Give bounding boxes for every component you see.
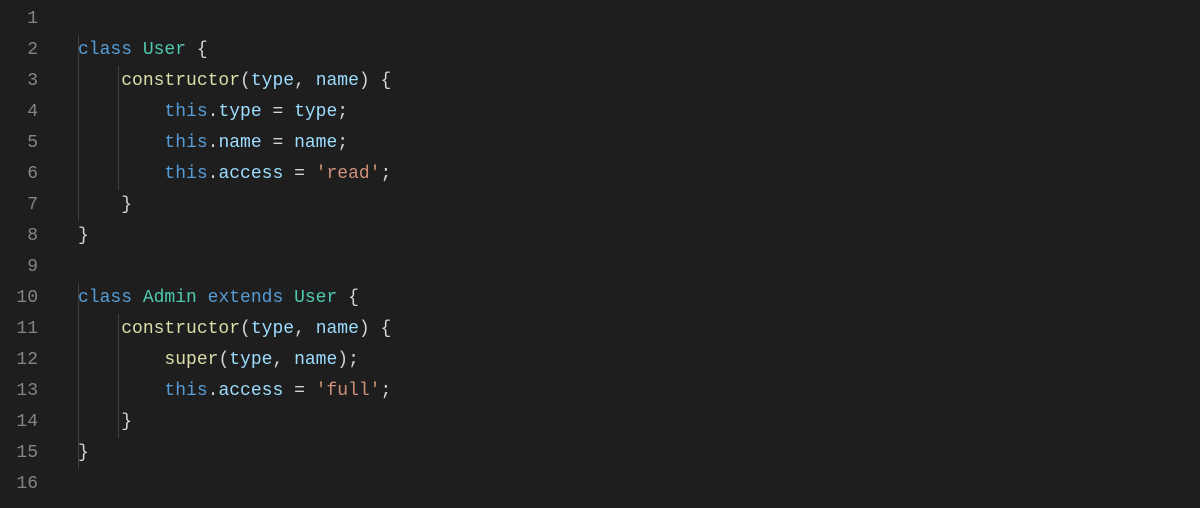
code-token: this xyxy=(164,133,207,153)
code-token: extends xyxy=(208,288,284,308)
line-number: 3 xyxy=(0,66,38,97)
code-line[interactable] xyxy=(78,469,1200,500)
code-line[interactable]: this.type = type; xyxy=(78,97,1200,128)
code-token: = xyxy=(262,133,294,153)
code-token: . xyxy=(208,133,219,153)
code-token: ; xyxy=(380,381,391,401)
code-token: constructor xyxy=(121,71,240,91)
line-number: 4 xyxy=(0,97,38,128)
code-token: name xyxy=(294,350,337,370)
code-token: constructor xyxy=(121,319,240,339)
code-token: { xyxy=(337,288,359,308)
code-token: . xyxy=(208,164,219,184)
code-token: = xyxy=(283,381,315,401)
code-token: access xyxy=(218,164,283,184)
code-token: } xyxy=(78,195,132,215)
code-token: , xyxy=(294,319,316,339)
code-token: ) { xyxy=(359,319,391,339)
code-token: name xyxy=(218,133,261,153)
code-token: = xyxy=(283,164,315,184)
line-number: 13 xyxy=(0,376,38,407)
code-token xyxy=(78,381,164,401)
code-editor[interactable]: 12345678910111213141516 class User { con… xyxy=(0,4,1200,500)
code-token: Admin xyxy=(143,288,197,308)
code-line[interactable]: this.name = name; xyxy=(78,128,1200,159)
code-token: ; xyxy=(337,102,348,122)
code-token: 'full' xyxy=(316,381,381,401)
code-line[interactable]: class User { xyxy=(78,35,1200,66)
line-number: 16 xyxy=(0,469,38,500)
line-number: 9 xyxy=(0,252,38,283)
code-token: , xyxy=(272,350,294,370)
code-line[interactable]: this.access = 'full'; xyxy=(78,376,1200,407)
code-token xyxy=(78,133,164,153)
code-token: type xyxy=(294,102,337,122)
line-number: 5 xyxy=(0,128,38,159)
code-line[interactable]: constructor(type, name) { xyxy=(78,66,1200,97)
code-token: 'read' xyxy=(316,164,381,184)
code-token: ( xyxy=(218,350,229,370)
line-number: 12 xyxy=(0,345,38,376)
code-token: } xyxy=(78,443,89,463)
code-token xyxy=(78,71,121,91)
code-token xyxy=(283,288,294,308)
code-token xyxy=(78,350,164,370)
code-line[interactable]: } xyxy=(78,438,1200,469)
code-token: . xyxy=(208,102,219,122)
line-number: 11 xyxy=(0,314,38,345)
code-token xyxy=(78,319,121,339)
code-token: type xyxy=(251,71,294,91)
code-line[interactable]: constructor(type, name) { xyxy=(78,314,1200,345)
code-line[interactable]: super(type, name); xyxy=(78,345,1200,376)
code-token xyxy=(78,164,164,184)
code-token: type xyxy=(229,350,272,370)
code-line[interactable]: } xyxy=(78,221,1200,252)
code-token: this xyxy=(164,164,207,184)
code-token: class xyxy=(78,40,143,60)
code-token: this xyxy=(164,381,207,401)
code-line[interactable] xyxy=(78,4,1200,35)
code-token: ); xyxy=(337,350,359,370)
code-token: User xyxy=(143,40,186,60)
line-number-gutter: 12345678910111213141516 xyxy=(0,4,56,500)
code-token: name xyxy=(294,133,337,153)
code-token: } xyxy=(78,226,89,246)
line-number: 8 xyxy=(0,221,38,252)
code-token: name xyxy=(316,71,359,91)
code-line[interactable]: } xyxy=(78,407,1200,438)
code-token: ; xyxy=(380,164,391,184)
code-token xyxy=(78,102,164,122)
code-token: . xyxy=(208,381,219,401)
code-area[interactable]: class User { constructor(type, name) { t… xyxy=(56,4,1200,500)
code-token: class xyxy=(78,288,143,308)
line-number: 7 xyxy=(0,190,38,221)
code-token: this xyxy=(164,102,207,122)
code-token: type xyxy=(218,102,261,122)
code-lines: class User { constructor(type, name) { t… xyxy=(78,4,1200,500)
line-number: 14 xyxy=(0,407,38,438)
line-number: 1 xyxy=(0,4,38,35)
code-token: } xyxy=(78,412,132,432)
code-line[interactable]: } xyxy=(78,190,1200,221)
line-number: 10 xyxy=(0,283,38,314)
line-number: 15 xyxy=(0,438,38,469)
code-token: ) { xyxy=(359,71,391,91)
code-line[interactable]: this.access = 'read'; xyxy=(78,159,1200,190)
code-token: name xyxy=(316,319,359,339)
code-token xyxy=(197,288,208,308)
code-line[interactable] xyxy=(78,252,1200,283)
code-token: ; xyxy=(337,133,348,153)
code-line[interactable]: class Admin extends User { xyxy=(78,283,1200,314)
code-token: , xyxy=(294,71,316,91)
code-token: User xyxy=(294,288,337,308)
code-token: super xyxy=(164,350,218,370)
code-token: access xyxy=(218,381,283,401)
line-number: 6 xyxy=(0,159,38,190)
code-token: type xyxy=(251,319,294,339)
code-token: ( xyxy=(240,319,251,339)
code-token: { xyxy=(186,40,208,60)
code-token: ( xyxy=(240,71,251,91)
code-token: = xyxy=(262,102,294,122)
line-number: 2 xyxy=(0,35,38,66)
